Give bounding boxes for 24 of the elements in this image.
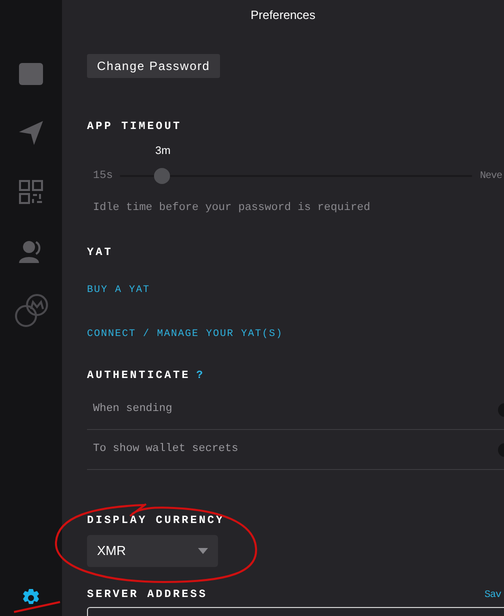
hint-text: Idle time before your password is required [93,201,370,216]
section-heading: AUTHENTICATE [87,368,190,384]
slider-max-label: Neve [480,170,502,184]
wallet-icon[interactable] [18,62,44,86]
section-heading: DISPLAY CURRENCY [87,514,225,529]
help-icon[interactable]: ? [196,368,203,384]
currency-dropdown[interactable]: XMR [87,535,218,567]
link[interactable]: BUY A YAT [87,282,150,298]
link[interactable]: CONNECT / MANAGE YOUR YAT(S) [87,326,284,342]
send-icon[interactable] [18,120,44,146]
qr-code-icon[interactable] [19,180,43,204]
option-label: When sending [93,402,172,418]
caret-icon [198,548,208,554]
change-password-button[interactable]: Change Password [87,54,220,78]
page-title: Preferences [250,7,316,22]
section-heading: SERVER ADDRESS [87,588,208,603]
save-link[interactable]: Sav [484,588,501,602]
section-heading: APP TIMEOUT [87,120,182,135]
slider-min-label: 15s [93,169,114,184]
section-heading: YAT [87,246,113,261]
line-annotation [12,600,62,614]
option-label: To show wallet secrets [93,442,238,458]
coins-icon[interactable] [14,294,48,328]
slider-value: 3m [155,144,171,160]
